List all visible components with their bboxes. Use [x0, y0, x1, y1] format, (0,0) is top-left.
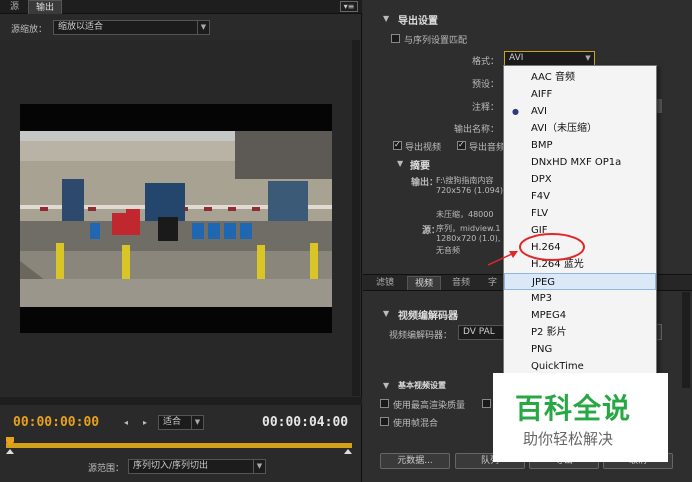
video-codec-dropdown[interactable]: DV PAL: [458, 325, 508, 340]
out-point-icon[interactable]: [344, 449, 352, 454]
video-image: [20, 131, 332, 307]
collapse-triangle-icon[interactable]: ▼: [383, 381, 389, 390]
export-settings-title: 导出设置: [398, 16, 438, 27]
summary-output-label: 输出：: [411, 178, 439, 188]
format-option-mpeg4[interactable]: MPEG4: [504, 307, 656, 324]
panel-tabbar: 源 输出 ▾≡: [0, 0, 362, 14]
source-range-value: 序列切入/序列切出: [133, 461, 209, 471]
watermark-subtitle: 助你轻松解决: [523, 430, 614, 448]
source-zoom-label: 源缩放：: [11, 25, 48, 35]
video-codec-label: 视频编解码器：: [389, 331, 453, 341]
frame-blend-label: 使用帧混合: [393, 419, 439, 429]
match-sequence-checkbox[interactable]: [391, 34, 400, 43]
metadata-button[interactable]: 元数据...: [380, 453, 450, 469]
chevron-down-icon: ▼: [197, 21, 209, 34]
format-option-flv[interactable]: FLV: [504, 205, 656, 222]
format-value: AVI: [509, 53, 524, 63]
viewer-horizontal-scrollbar[interactable]: [0, 397, 362, 405]
tab-filters[interactable]: 滤镜: [369, 276, 401, 290]
source-zoom-row: 源缩放： 缩放以适合 ▼: [0, 18, 362, 38]
tab-video[interactable]: 视频: [407, 276, 442, 290]
summary-title: 摘要: [410, 161, 430, 172]
mark-in-icon[interactable]: ◂: [124, 418, 128, 427]
summary-output-path: F:\搜狗指南内容: [436, 176, 494, 185]
source-range-label: 源范围：: [88, 464, 125, 474]
timeline-ruler[interactable]: [6, 437, 352, 455]
format-label: 格式：: [471, 57, 499, 67]
timecode-duration: 00:00:04:00: [262, 415, 349, 430]
collapse-triangle-icon[interactable]: ▼: [383, 14, 389, 23]
settings-vertical-scrollbar[interactable]: [682, 292, 690, 388]
mark-out-icon[interactable]: ▸: [143, 418, 147, 427]
chevron-down-icon: ▼: [585, 54, 591, 62]
tab-output[interactable]: 输出: [28, 0, 63, 14]
export-video-checkbox[interactable]: [393, 141, 402, 150]
format-option-avi-label: AVI: [531, 106, 547, 117]
panel-menu-icon[interactable]: ▾≡: [340, 1, 358, 12]
source-range-dropdown[interactable]: 序列切入/序列切出 ▼: [128, 459, 266, 474]
selected-bullet-icon: ●: [512, 107, 519, 116]
viewer-vertical-scrollbar[interactable]: [352, 40, 360, 396]
format-option-png[interactable]: PNG: [504, 341, 656, 358]
export-video-label: 导出视频: [405, 143, 442, 153]
video-viewer: [0, 40, 352, 396]
preset-label: 预设：: [471, 80, 499, 90]
tab-source[interactable]: 源: [3, 0, 26, 14]
tab-audio[interactable]: 音频: [445, 276, 477, 290]
summary-output-specs: 720x576 (1.094),: [436, 186, 506, 195]
format-option-bmp[interactable]: BMP: [504, 137, 656, 154]
source-zoom-value: 缩放以适合: [58, 22, 104, 32]
video-scene-illustration: [20, 131, 332, 307]
timecode-current[interactable]: 00:00:00:00: [13, 415, 99, 430]
format-options-list[interactable]: AAC 音频 AIFF ● AVI AVI（未压缩） BMP DNxHD MXF…: [503, 65, 657, 377]
max-render-quality-checkbox[interactable]: [380, 399, 389, 408]
format-dropdown[interactable]: AVI ▼: [504, 51, 595, 66]
fit-dropdown[interactable]: 适合 ▼: [158, 415, 204, 430]
fit-value: 适合: [163, 417, 182, 427]
format-option-p2[interactable]: P2 影片: [504, 324, 656, 341]
output-name-label: 输出名称：: [453, 125, 499, 135]
video-codec-value: DV PAL: [463, 327, 495, 337]
timeline-range-bar: [6, 443, 352, 448]
collapse-triangle-icon[interactable]: ▼: [383, 309, 389, 318]
source-output-panel: 源 输出 ▾≡ 源缩放： 缩放以适合 ▼ 00:00:00:00 ◂ ▸ 适合 …: [0, 0, 362, 482]
frame-blend-checkbox[interactable]: [380, 417, 389, 426]
comment-label: 注释：: [471, 103, 499, 113]
format-option-jpeg[interactable]: JPEG: [504, 273, 656, 290]
collapse-triangle-icon[interactable]: ▼: [397, 159, 403, 168]
export-audio-label: 导出音频: [469, 143, 506, 153]
chevron-down-icon: ▼: [253, 460, 265, 473]
video-codec-title: 视频编解码器: [398, 311, 458, 322]
format-option-avi[interactable]: ● AVI: [504, 103, 656, 120]
format-option-avi-uncompressed[interactable]: AVI（未压缩）: [504, 120, 656, 137]
summary-output-audio: 未压缩，48000: [436, 210, 494, 219]
source-zoom-dropdown[interactable]: 缩放以适合 ▼: [53, 20, 210, 35]
format-option-dnxhd[interactable]: DNxHD MXF OP1a: [504, 154, 656, 171]
format-option-mp3[interactable]: MP3: [504, 290, 656, 307]
annotation-arrow: [487, 252, 515, 266]
format-option-aiff[interactable]: AIFF: [504, 86, 656, 103]
chevron-down-icon: ▼: [191, 416, 203, 429]
watermark: 百科全说 助你轻松解决: [493, 373, 668, 462]
in-point-icon[interactable]: [6, 449, 14, 454]
tab-more[interactable]: 字: [481, 276, 504, 290]
preview-checkbox[interactable]: [482, 399, 491, 408]
annotation-circle: [519, 233, 585, 261]
summary-source-audio: 无音频: [436, 246, 460, 255]
export-audio-checkbox[interactable]: [457, 141, 466, 150]
max-render-quality-label: 使用最高渲染质量: [393, 401, 466, 411]
video-frame: [20, 104, 332, 333]
watermark-title: 百科全说: [515, 392, 632, 425]
basic-video-settings-title: 基本视频设置: [398, 381, 446, 390]
annotation-highlight: [487, 233, 585, 266]
match-sequence-label: 与序列设置匹配: [404, 36, 468, 46]
format-option-aac[interactable]: AAC 音频: [504, 69, 656, 86]
format-option-dpx[interactable]: DPX: [504, 171, 656, 188]
format-option-f4v[interactable]: F4V: [504, 188, 656, 205]
